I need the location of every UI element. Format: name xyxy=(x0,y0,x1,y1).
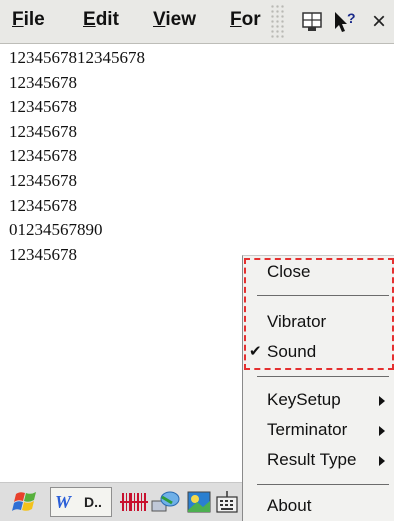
text-line: 12345678 xyxy=(9,195,77,215)
menu-edit-accel: E xyxy=(83,9,96,30)
menu-format[interactable]: For xyxy=(230,9,261,31)
menu-item-keysetup[interactable]: KeySetup xyxy=(243,386,393,414)
menu-item-label: About xyxy=(267,496,312,515)
taskbar-app-label: D.. xyxy=(84,494,102,510)
text-line: 12345678 xyxy=(9,170,77,190)
submenu-arrow-icon xyxy=(379,456,385,466)
menu-item-label: Terminator xyxy=(267,420,348,439)
network-icon xyxy=(151,491,180,512)
input-panel-button[interactable] xyxy=(298,7,326,37)
text-line: 1234567812345678 xyxy=(9,48,145,67)
keyboard-icon xyxy=(216,491,238,513)
text-line: 12345678 xyxy=(9,244,77,264)
menu-format-rest: or xyxy=(241,9,261,30)
text-line: 12345678 xyxy=(9,72,77,92)
menu-bar: File Edit View For ? × xyxy=(0,0,394,44)
help-button[interactable]: ? xyxy=(331,7,359,37)
network-tray-button[interactable] xyxy=(150,488,180,516)
menu-edit[interactable]: Edit xyxy=(83,9,119,31)
text-line: 12345678 xyxy=(9,97,77,117)
barcode-icon xyxy=(120,493,148,511)
menu-view-rest: iew xyxy=(165,9,196,30)
start-button[interactable] xyxy=(10,488,42,516)
text-area[interactable]: 1234567812345678 12345678 12345678 12345… xyxy=(9,46,145,267)
text-line: 01234567890 xyxy=(9,220,103,240)
keyboard-tray-button[interactable] xyxy=(215,488,239,516)
menu-item-about[interactable]: About xyxy=(243,492,393,520)
picture-icon xyxy=(187,491,211,513)
menu-view[interactable]: View xyxy=(153,9,196,31)
menu-separator xyxy=(257,376,389,377)
context-menu: Close Vibrator ✔ Sound KeySetup Terminat… xyxy=(242,255,394,521)
menu-format-accel: F xyxy=(230,9,242,30)
menu-file-accel: F xyxy=(12,9,24,30)
menu-separator xyxy=(257,484,389,485)
menu-file-rest: ile xyxy=(23,9,45,30)
submenu-arrow-icon xyxy=(379,426,385,436)
menu-item-label: Result Type xyxy=(267,450,357,469)
menu-edit-rest: dit xyxy=(95,9,119,30)
text-line: 12345678 xyxy=(9,121,77,141)
menu-item-terminator[interactable]: Terminator xyxy=(243,416,393,444)
picture-tray-button[interactable] xyxy=(186,488,212,516)
menu-file[interactable]: File xyxy=(12,9,45,31)
wordpad-icon: W xyxy=(55,492,73,512)
help-pointer-icon: ? xyxy=(335,10,356,32)
close-button[interactable]: × xyxy=(366,7,392,37)
text-line: 12345678 xyxy=(9,146,77,166)
svg-text:?: ? xyxy=(347,10,356,26)
barcode-tray-button[interactable] xyxy=(120,488,148,516)
submenu-arrow-icon xyxy=(379,396,385,406)
svg-text:W: W xyxy=(55,492,73,512)
input-panel-icon xyxy=(302,12,322,31)
menu-item-label: KeySetup xyxy=(267,390,341,409)
taskbar: W D.. xyxy=(0,482,242,521)
taskbar-app-wordpad[interactable]: W D.. xyxy=(50,487,112,517)
highlight-box xyxy=(244,258,394,370)
close-icon: × xyxy=(371,8,386,35)
menu-view-accel: V xyxy=(153,9,166,30)
menu-item-result-type[interactable]: Result Type xyxy=(243,446,393,474)
toolbar-grip[interactable] xyxy=(270,4,284,40)
windows-flag-icon xyxy=(12,492,36,511)
